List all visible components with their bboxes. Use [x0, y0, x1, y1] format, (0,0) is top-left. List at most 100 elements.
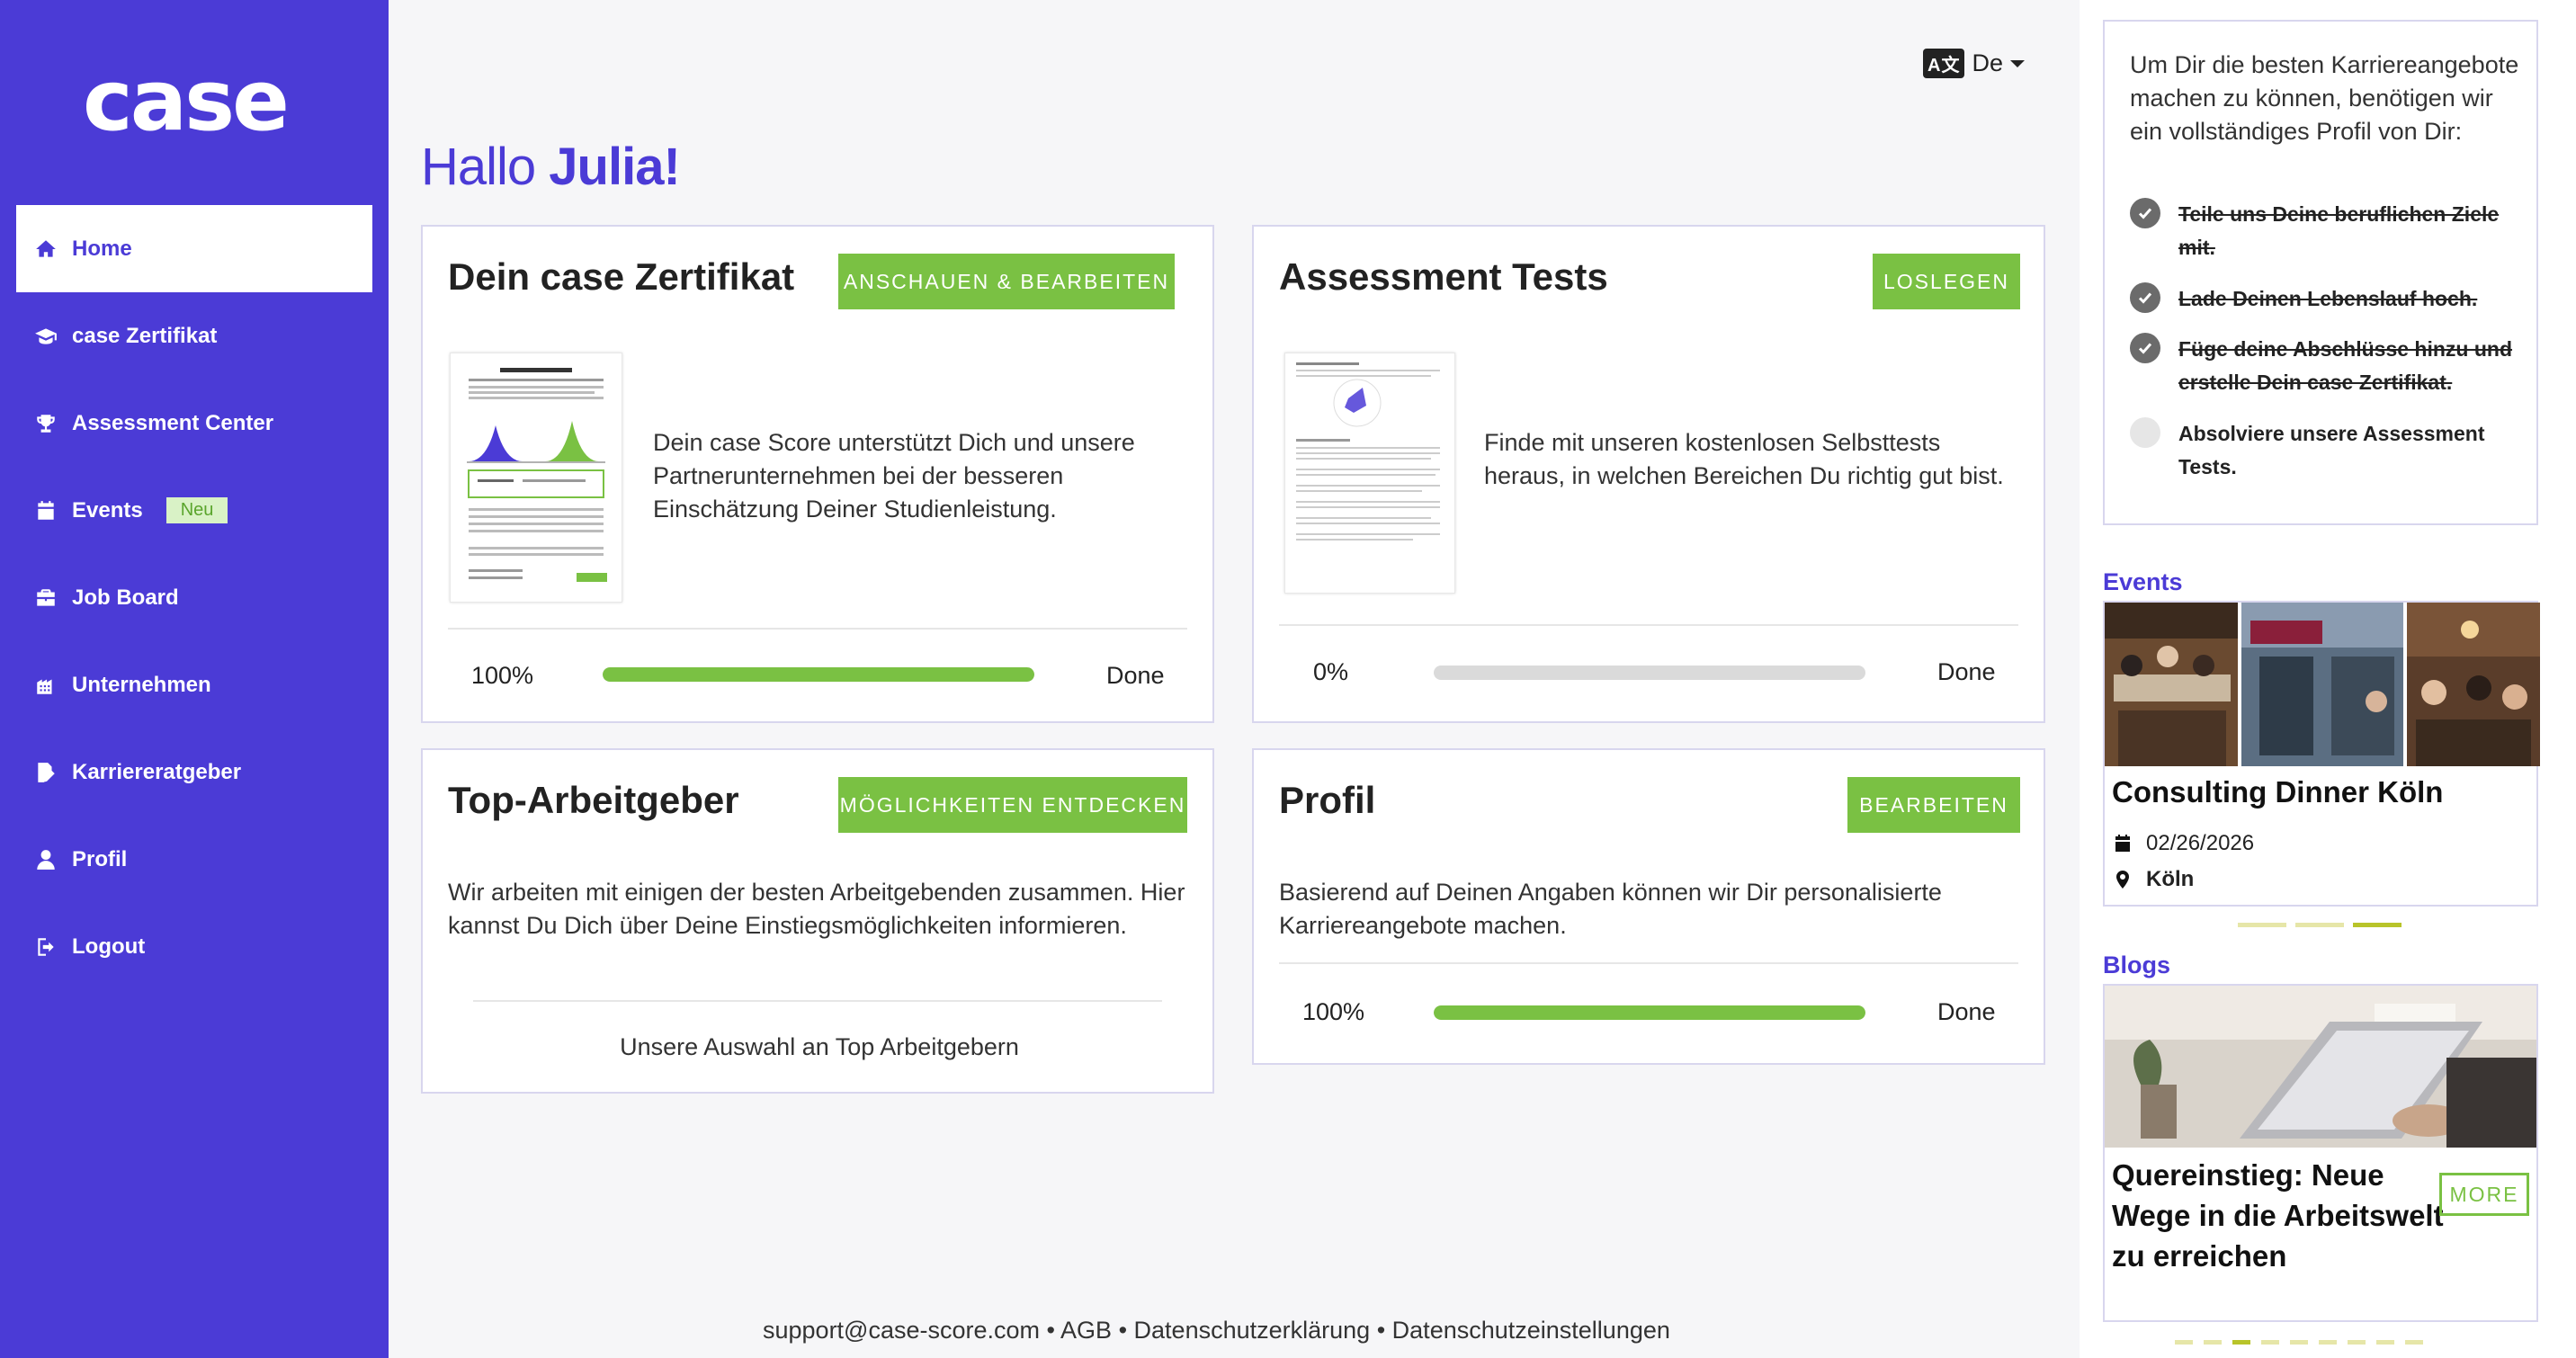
briefcase-icon — [32, 585, 59, 612]
sidebar-item-profil[interactable]: Profil — [16, 816, 372, 903]
blog-title: Quereinstieg: Neue Wege in die Arbeitswe… — [2112, 1158, 2444, 1273]
home-icon — [32, 236, 59, 263]
carousel-dot-active[interactable] — [2232, 1340, 2250, 1345]
progress-fill — [1434, 1005, 1865, 1020]
sidebar-item-unternehmen[interactable]: Unternehmen — [16, 641, 372, 728]
new-badge: Neu — [165, 497, 228, 523]
case-logo[interactable]: case — [83, 59, 290, 144]
sidebar-item-label: Job Board — [72, 585, 179, 610]
carousel-dot[interactable] — [2295, 923, 2344, 927]
event-title: Consulting Dinner Köln — [2112, 775, 2444, 809]
sidebar-item-label: Logout — [72, 934, 146, 959]
empty-circle-icon — [2130, 417, 2160, 448]
assessment-preview-image[interactable] — [1284, 353, 1455, 594]
discover-opportunities-button[interactable]: MÖGLICHKEITEN ENTDECKEN — [838, 777, 1187, 833]
card-title: Assessment Tests — [1279, 255, 1608, 298]
chevron-down-icon — [2009, 59, 2025, 67]
view-edit-certificate-button[interactable]: ANSCHAUEN & BEARBEITEN — [838, 254, 1175, 309]
carousel-dot[interactable] — [2261, 1340, 2279, 1345]
language-selector[interactable]: A文 De — [1923, 49, 2025, 78]
sidebar: case Home case Zertifikat Assessment Cen… — [0, 0, 389, 1358]
checklist-text: Absolviere unsere Assessment Tests. — [2178, 422, 2485, 478]
checklist-text: Teile uns Deine beruflichen Ziele mit. — [2178, 202, 2500, 259]
carousel-dot[interactable] — [2290, 1340, 2308, 1345]
sidebar-item-logout[interactable]: Logout — [16, 903, 372, 990]
divider — [1279, 624, 2018, 626]
blog-card[interactable]: Quereinstieg: Neue Wege in die Arbeitswe… — [2103, 984, 2538, 1322]
card-title: Dein case Zertifikat — [448, 255, 795, 298]
carousel-dot[interactable] — [2204, 1340, 2222, 1345]
carousel-dot[interactable] — [2238, 923, 2286, 927]
check-circle-icon — [2130, 333, 2160, 363]
divider — [473, 1000, 1162, 1002]
footer-separator: • — [1046, 1317, 1055, 1344]
translate-icon: A文 — [1923, 49, 1965, 78]
divider — [1279, 962, 2018, 964]
privacy-link[interactable]: Datenschutzerklärung — [1134, 1317, 1371, 1344]
sidebar-item-label: Home — [72, 236, 132, 261]
footer-separator: • — [1376, 1317, 1386, 1344]
sidebar-item-label: Unternehmen — [72, 672, 211, 697]
event-location: Köln — [2112, 867, 2194, 892]
sidebar-item-karriereratgeber[interactable]: Karriereratgeber — [16, 728, 372, 816]
events-section-title: Events — [2103, 568, 2183, 595]
privacy-settings-link[interactable]: Datenschutzeinstellungen — [1392, 1317, 1670, 1344]
sidebar-item-case-zertifikat[interactable]: case Zertifikat — [16, 292, 372, 380]
user-icon — [32, 846, 59, 873]
carousel-dot-active[interactable] — [2353, 923, 2402, 927]
checklist-item: Absolviere unsere Assessment Tests. — [2130, 417, 2520, 484]
top-employers-link[interactable]: Unsere Auswahl an Top Arbeitgebern — [423, 1031, 1216, 1064]
carousel-dot[interactable] — [2376, 1340, 2394, 1345]
calendar-icon — [2115, 835, 2130, 852]
top-employers-card: Top-Arbeitgeber MÖGLICHKEITEN ENTDECKEN … — [421, 748, 1214, 1094]
progress-bar — [1434, 666, 1865, 680]
card-text: Wir arbeiten mit einigen der besten Arbe… — [448, 879, 1185, 939]
checklist-text: Lade Deinen Lebenslauf hoch. — [2178, 287, 2478, 310]
sidebar-item-label: Events — [72, 497, 143, 523]
sidebar-item-assessment-center[interactable]: Assessment Center — [16, 380, 372, 467]
sidebar-item-label: case Zertifikat — [72, 323, 218, 348]
progress-bar — [1434, 1005, 1865, 1020]
card-text: Finde mit unseren kostenlosen Selbsttest… — [1484, 429, 2004, 489]
progress-label: 100% — [471, 662, 534, 689]
blogs-carousel-indicator[interactable] — [2175, 1340, 2434, 1345]
sidebar-item-job-board[interactable]: Job Board — [16, 554, 372, 641]
building-icon — [32, 672, 59, 699]
card-title: Profil — [1279, 779, 1376, 821]
edit-file-icon — [32, 759, 59, 786]
checklist-text: Füge deine Abschlüsse hinzu und erstelle… — [2178, 337, 2513, 394]
progress-label: 100% — [1302, 998, 1365, 1025]
sidebar-nav: Home case Zertifikat Assessment Center E… — [16, 205, 372, 990]
progress-fill — [603, 667, 1034, 682]
certificate-preview-image[interactable] — [450, 353, 622, 603]
card-title: Top-Arbeitgeber — [448, 779, 739, 821]
event-photo — [2241, 603, 2403, 766]
agb-link[interactable]: AGB — [1060, 1317, 1112, 1344]
checklist-intro: Um Dir die besten Karriereangebote mache… — [2130, 51, 2519, 145]
carousel-dot[interactable] — [2405, 1340, 2423, 1345]
events-carousel-indicator[interactable] — [2238, 923, 2411, 927]
event-photo — [2407, 603, 2540, 766]
map-pin-icon — [2116, 871, 2129, 889]
footer-separator: • — [1118, 1317, 1128, 1344]
profile-card: Profil BEARBEITEN Basierend auf Deinen A… — [1252, 748, 2045, 1065]
certificate-card: Dein case Zertifikat ANSCHAUEN & BEARBEI… — [421, 225, 1214, 723]
profile-checklist: Um Dir die besten Karriereangebote mache… — [2103, 20, 2538, 525]
calendar-icon — [32, 497, 59, 524]
event-card[interactable]: Consulting Dinner Köln 02/26/2026 Köln — [2103, 601, 2540, 907]
carousel-dot[interactable] — [2175, 1340, 2193, 1345]
edit-profile-button[interactable]: BEARBEITEN — [1847, 777, 2020, 833]
start-assessment-button[interactable]: LOSLEGEN — [1873, 254, 2020, 309]
card-text: Basierend auf Deinen Angaben können wir … — [1279, 879, 1942, 939]
assessment-card: Assessment Tests LOSLEGEN Finde mit unse… — [1252, 225, 2045, 723]
progress-bar — [603, 667, 1034, 682]
sidebar-item-home[interactable]: Home — [16, 205, 372, 292]
event-date: 02/26/2026 — [2112, 831, 2254, 856]
progress-status: Done — [1937, 658, 1996, 685]
carousel-dot[interactable] — [2319, 1340, 2337, 1345]
sidebar-item-events[interactable]: Events Neu — [16, 467, 372, 554]
blog-more-button[interactable]: MORE — [2439, 1173, 2529, 1216]
carousel-dot[interactable] — [2348, 1340, 2366, 1345]
event-photo — [2105, 603, 2238, 766]
support-email-link[interactable]: support@case-score.com — [763, 1317, 1040, 1344]
